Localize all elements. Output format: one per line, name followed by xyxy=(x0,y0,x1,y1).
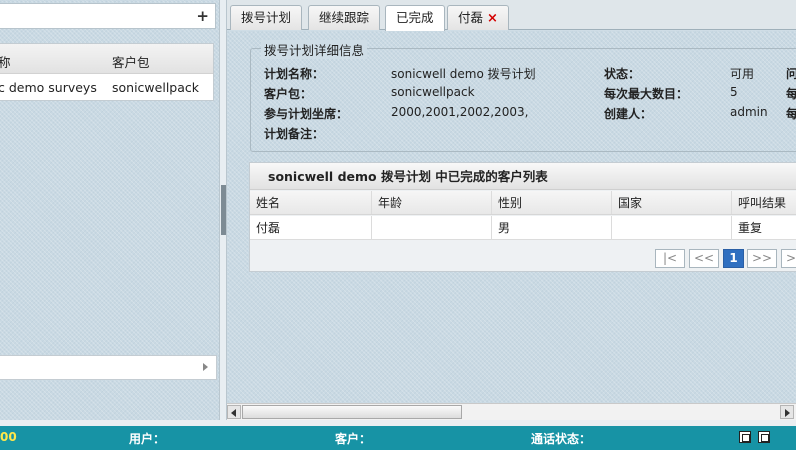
splitter-handle[interactable] xyxy=(221,185,226,235)
left-toolbar: + xyxy=(0,3,216,29)
pack-value: sonicwellpack xyxy=(391,85,475,99)
restore-icon[interactable] xyxy=(739,431,751,443)
tab-label: 拨号计划 xyxy=(241,10,292,25)
pager-last-button[interactable]: > xyxy=(781,249,796,268)
status-customer-label: 客户： xyxy=(335,432,372,446)
pack-label: 客户包： xyxy=(264,87,313,101)
left-panel: + 称 客户包 c demo surveys sonicwellpack xyxy=(0,0,219,420)
plan-list-grid: 称 客户包 c demo surveys sonicwellpack xyxy=(0,43,214,101)
extra-label-1: 问 xyxy=(786,67,796,81)
left-scrollbar[interactable] xyxy=(0,355,217,380)
plan-list-header: 称 客户包 xyxy=(0,44,213,74)
status-value: 可用 xyxy=(730,67,755,81)
status-user-label: 用户： xyxy=(129,432,166,446)
table-row[interactable]: 付磊 男 重复 xyxy=(250,216,796,240)
col-age[interactable]: 年龄 xyxy=(372,191,492,214)
cell-age xyxy=(372,216,492,239)
scroll-right-button[interactable] xyxy=(780,405,794,419)
cell-gender: 男 xyxy=(492,216,612,239)
col-gender[interactable]: 性别 xyxy=(492,191,612,214)
pager: |< << 1 >> > xyxy=(250,241,796,272)
status-label: 状态： xyxy=(604,67,641,81)
extra-label-2: 每 xyxy=(786,87,796,101)
pager-current-page[interactable]: 1 xyxy=(723,249,744,268)
tab-label: 已完成 xyxy=(396,10,434,25)
creator-value: admin xyxy=(730,105,768,119)
plan-list-row[interactable]: c demo surveys sonicwellpack xyxy=(0,75,213,100)
cell-country xyxy=(612,216,732,239)
tab-strip: 拨号计划 继续跟踪 已完成 付磊 × xyxy=(227,0,796,31)
maximize-icon[interactable] xyxy=(758,431,770,443)
max-count-label: 每次最大数目： xyxy=(604,87,689,101)
row-plan-pack: sonicwellpack xyxy=(112,80,199,95)
panel-splitter[interactable] xyxy=(219,0,227,420)
completed-customers-grid: sonicwell demo 拨号计划 中已完成的客户列表 姓名 年龄 性别 国… xyxy=(249,162,796,272)
arrow-left-icon xyxy=(231,409,236,417)
status-bar: 00 用户： 客户： 通话状态： xyxy=(0,426,796,450)
grid-header: 姓名 年龄 性别 国家 呼叫结果 xyxy=(250,191,796,215)
col-country[interactable]: 国家 xyxy=(612,191,732,214)
tab-fulei[interactable]: 付磊 × xyxy=(447,5,509,30)
tab-label: 付磊 xyxy=(458,10,484,25)
header-name[interactable]: 称 xyxy=(0,52,11,71)
grid-title: sonicwell demo 拨号计划 中已完成的客户列表 xyxy=(250,163,796,190)
status-time: 00 xyxy=(0,430,17,444)
pager-prev-button[interactable]: << xyxy=(689,249,719,268)
plan-name-label: 计划名称： xyxy=(264,67,325,81)
col-call-result[interactable]: 呼叫结果 xyxy=(732,191,796,214)
row-plan-name: c demo surveys xyxy=(0,80,97,95)
max-count-value: 5 xyxy=(730,85,738,99)
cell-name: 付磊 xyxy=(250,216,372,239)
tab-label: 继续跟踪 xyxy=(319,10,370,25)
cell-call-result: 重复 xyxy=(738,221,763,235)
plan-name-value: sonicwell demo 拨号计划 xyxy=(391,67,536,81)
tab-completed[interactable]: 已完成 xyxy=(385,5,445,31)
scroll-right-icon[interactable] xyxy=(203,363,208,371)
pager-first-button[interactable]: |< xyxy=(655,249,685,268)
tab-follow-up[interactable]: 继续跟踪 xyxy=(308,5,381,30)
pager-next-button[interactable]: >> xyxy=(747,249,777,268)
seats-label: 参与计划坐席： xyxy=(264,107,349,121)
tab-content: 拨号计划详细信息 计划名称： sonicwell demo 拨号计划 状态： 可… xyxy=(227,31,796,403)
horizontal-scrollbar[interactable] xyxy=(227,403,796,420)
close-icon[interactable]: × xyxy=(487,11,498,26)
arrow-right-icon xyxy=(785,409,790,417)
add-button[interactable]: + xyxy=(196,7,209,25)
plan-detail-legend: 拨号计划详细信息 xyxy=(261,40,368,59)
tab-dial-plan[interactable]: 拨号计划 xyxy=(230,5,303,30)
seats-value: 2000,2001,2002,2003, xyxy=(391,105,529,119)
col-name[interactable]: 姓名 xyxy=(250,191,372,214)
header-pack[interactable]: 客户包 xyxy=(112,52,150,71)
extra-label-3: 每 xyxy=(786,107,796,121)
scroll-thumb[interactable] xyxy=(242,405,462,419)
creator-label: 创建人： xyxy=(604,107,653,121)
plan-detail-fieldset: 拨号计划详细信息 计划名称： sonicwell demo 拨号计划 状态： 可… xyxy=(250,40,796,152)
notes-label: 计划备注： xyxy=(264,127,325,141)
right-panel: 拨号计划 继续跟踪 已完成 付磊 × 拨号计划详细信息 计划名称： sonicwe… xyxy=(227,0,796,420)
scroll-left-button[interactable] xyxy=(227,405,241,419)
status-call-label: 通话状态： xyxy=(531,432,592,446)
